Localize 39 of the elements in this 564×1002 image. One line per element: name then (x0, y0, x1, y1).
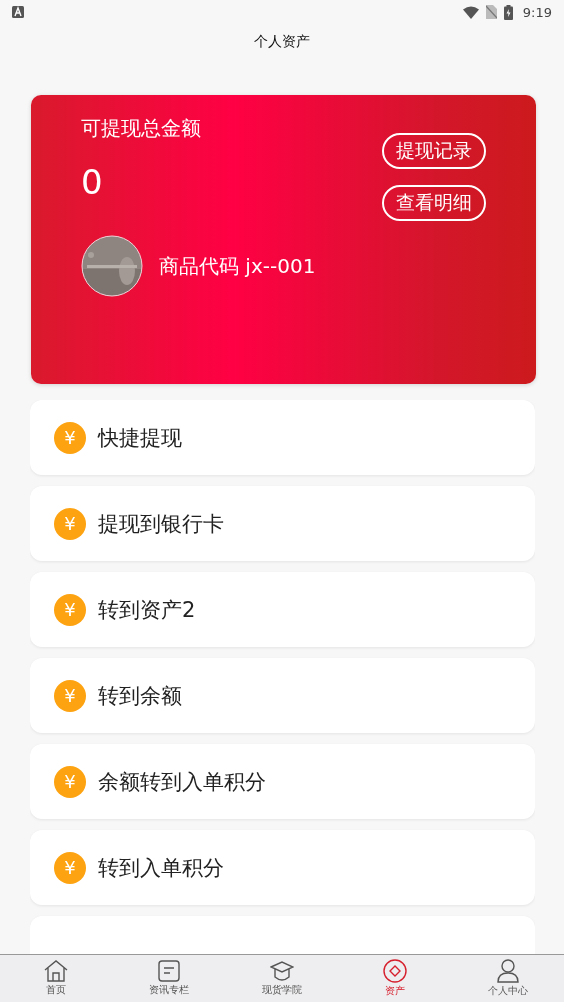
balance-amount: 0 (81, 162, 104, 202)
balance-label: 可提现总金额 (81, 115, 201, 142)
person-icon (496, 959, 519, 983)
app-notification-icon (12, 6, 24, 18)
page-title: 个人资产 (254, 33, 310, 51)
yuan-icon: ¥ (54, 593, 86, 626)
tab-item[interactable]: 资产 (354, 955, 435, 1002)
yuan-icon: ¥ (54, 851, 86, 884)
yuan-icon: ¥ (54, 679, 86, 712)
action-label: 提现到银行卡 (98, 510, 224, 538)
action-item[interactable]: ¥ 提现到银行卡 (30, 486, 535, 561)
action-item[interactable]: ¥ 快捷提现 (30, 400, 535, 475)
outline-button[interactable]: 提现记录 (382, 133, 486, 169)
action-item[interactable]: ¥ 转到余额 (30, 658, 535, 733)
no-sim-icon (485, 5, 497, 19)
graduation-cap-icon (270, 960, 294, 982)
tab-item[interactable]: 首页 (16, 955, 97, 1002)
product-code: 商品代码 jx--001 (159, 252, 316, 280)
wifi-icon (462, 5, 479, 19)
action-label: 转到资产2 (98, 596, 196, 624)
yuan-icon: ¥ (54, 765, 86, 798)
outline-button[interactable]: 查看明细 (382, 185, 486, 221)
yuan-icon: ¥ (54, 507, 86, 540)
action-label: 转到余额 (98, 682, 182, 710)
action-item[interactable]: ¥ 转到资产2 (30, 572, 535, 647)
battery-icon (503, 4, 513, 20)
home-icon (44, 960, 69, 982)
status-time: 9:19 (522, 4, 552, 20)
diamond-circle-icon (382, 959, 407, 983)
action-item[interactable]: ¥ 余额转到入单积分 (30, 744, 535, 819)
tab-item[interactable]: 资讯专栏 (129, 955, 210, 1002)
action-label: 余额转到入单积分 (98, 768, 266, 796)
yuan-icon: ¥ (54, 421, 86, 454)
action-label: 转到入单积分 (98, 854, 224, 882)
tab-item[interactable]: 现货学院 (242, 955, 322, 1002)
tab-item[interactable]: 个人中心 (467, 955, 548, 1002)
document-icon (158, 960, 181, 982)
action-label: 快捷提现 (98, 424, 182, 452)
action-item[interactable]: ¥ 转到入单积分 (30, 830, 535, 905)
